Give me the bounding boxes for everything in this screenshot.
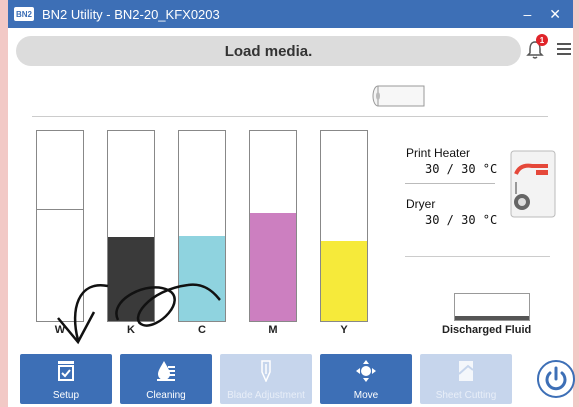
minimize-button[interactable]: – [523, 6, 531, 23]
ink-tank-k [107, 130, 155, 322]
close-button[interactable]: ✕ [549, 6, 561, 23]
ink-level-fill-y [321, 241, 367, 321]
cleaning-icon [157, 361, 175, 381]
ink-tank-c [178, 130, 226, 322]
hamburger-menu-icon[interactable] [557, 43, 571, 55]
move-icon [356, 360, 376, 382]
ink-level-fill-w [37, 208, 83, 321]
discharged-fluid-fill [455, 316, 529, 320]
sheet-cutting-label: Sheet Cutting [435, 390, 497, 401]
setup-label: Setup [52, 390, 80, 401]
ink-level-fill-c [179, 235, 225, 321]
move-button[interactable]: Move [320, 354, 412, 404]
discharged-fluid-label: Discharged Fluid [442, 324, 532, 336]
setup-button[interactable]: Setup [20, 354, 112, 404]
section-divider [405, 256, 550, 257]
app-logo: BN2 [14, 7, 34, 21]
cleaning-label: Cleaning [146, 390, 186, 401]
blade-adjustment-label: Blade Adjustment [227, 390, 305, 401]
ink-label-m: M [268, 324, 278, 336]
ink-tank-w [36, 130, 84, 322]
ink-label-c: C [198, 324, 206, 336]
setup-icon [58, 361, 74, 381]
ink-level-fill-k [108, 237, 154, 321]
ink-label-y: Y [340, 324, 348, 336]
ink-level-fill-m [250, 212, 296, 321]
sheet-cutting-button[interactable]: Sheet Cutting [420, 354, 512, 404]
window-title: BN2 Utility - BN2-20_KFX0203 [42, 6, 220, 22]
discharged-fluid-gauge [454, 293, 530, 321]
title-bar: BN2 BN2 Utility - BN2-20_KFX0203 – ✕ [8, 0, 573, 28]
status-message: Load media. [224, 42, 313, 60]
power-button[interactable] [537, 360, 575, 398]
dryer-label: Dryer [406, 197, 436, 211]
bottom-toolbar: Setup Cleaning Blade Adjustment Move She… [8, 343, 573, 407]
media-divider [32, 116, 548, 117]
sheet-cutting-icon [458, 361, 474, 381]
blade-icon [261, 360, 271, 382]
app-window: BN2 BN2 Utility - BN2-20_KFX0203 – ✕ Loa… [0, 0, 579, 407]
print-heater-label: Print Heater [406, 146, 471, 160]
ink-label-w: W [54, 324, 66, 336]
media-roll-icon [372, 85, 425, 107]
print-heater-value: 30 / 30 °C [425, 162, 498, 176]
ink-tank-m [249, 130, 297, 322]
move-label: Move [353, 390, 379, 401]
heater-diagram-icon [510, 150, 556, 218]
blade-adjustment-button[interactable]: Blade Adjustment [220, 354, 312, 404]
notification-badge: 1 [536, 34, 548, 46]
status-bar: Load media. [16, 36, 521, 66]
cleaning-button[interactable]: Cleaning [120, 354, 212, 404]
ink-tank-y [320, 130, 368, 322]
ink-label-k: K [127, 324, 135, 336]
heater-divider [405, 183, 495, 184]
dryer-value: 30 / 30 °C [425, 213, 498, 227]
power-icon [545, 366, 567, 391]
